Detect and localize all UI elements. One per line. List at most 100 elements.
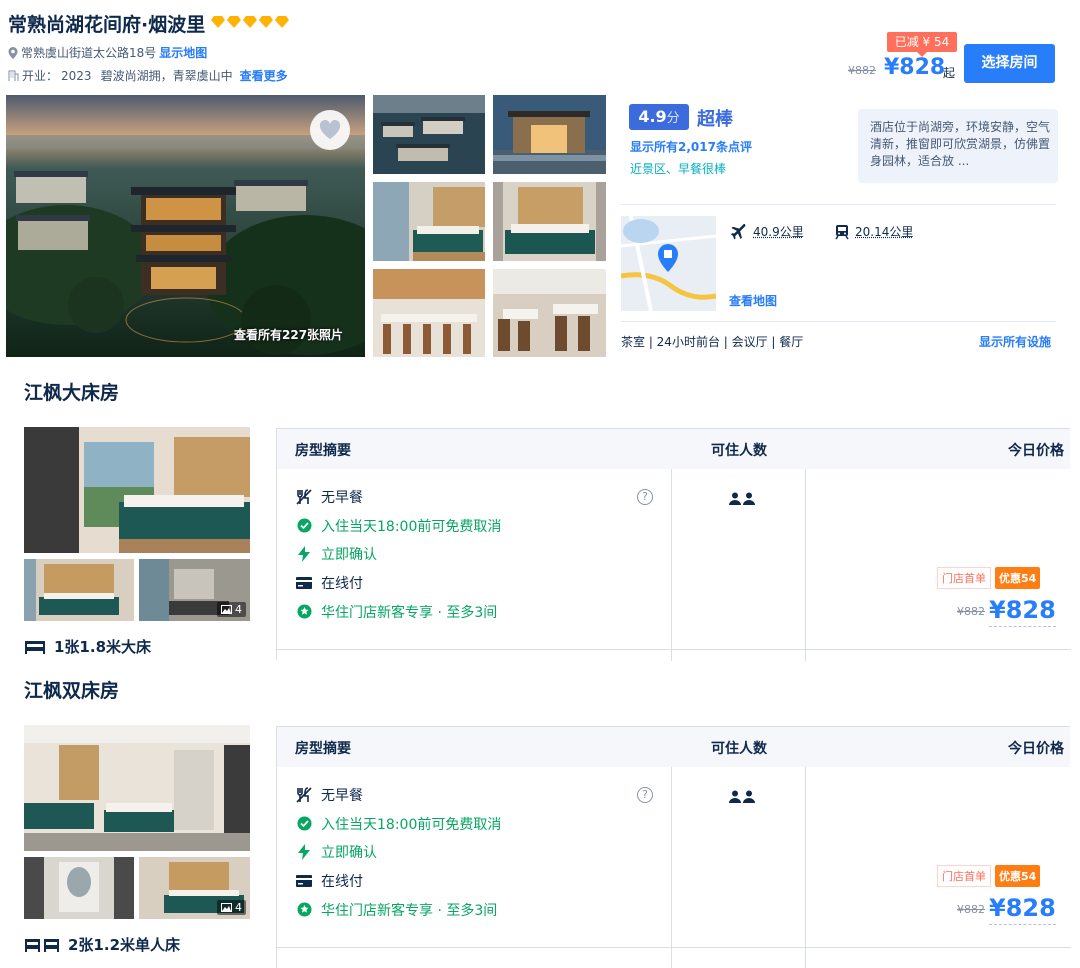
opened-label: 开业： bbox=[22, 67, 58, 84]
diamond-rating bbox=[211, 16, 289, 28]
airport-distance-value: 40.9公里 bbox=[753, 223, 804, 240]
room-thumbnail[interactable] bbox=[24, 857, 134, 919]
room-thumbnail[interactable] bbox=[24, 559, 134, 621]
header-price: 今日价格 bbox=[1008, 440, 1064, 460]
room-original-price: ¥882 bbox=[957, 605, 985, 618]
airplane-icon bbox=[731, 224, 747, 240]
room-price[interactable]: ¥828 bbox=[989, 596, 1056, 627]
room-features: 无早餐 入住当天18:00前可免费取消 立即确认 在线付 华住门店新客专享 · … bbox=[295, 483, 501, 626]
help-icon[interactable]: ? bbox=[637, 489, 653, 505]
review-snippet-card[interactable]: 酒店位于尚湖旁，环境安静，空气清新，推窗即可欣赏湖景，仿佛置身园林，适合放 ..… bbox=[858, 109, 1058, 183]
lowest-price: ¥828 bbox=[884, 55, 945, 80]
photo-thumbnail[interactable] bbox=[493, 95, 606, 174]
view-all-photos-link[interactable]: 查看所有227张照片 bbox=[234, 326, 343, 343]
mini-map[interactable] bbox=[621, 216, 716, 311]
address-text: 常熟虞山街道太公路18号 bbox=[21, 44, 156, 61]
double-bed-icon bbox=[24, 639, 46, 655]
building-icon bbox=[8, 70, 19, 81]
room-rate-table: 房型摘要 可住人数 今日价格 无早餐 入住当天18:00前可免费取消 立即确认 … bbox=[276, 428, 1070, 660]
occupancy-icons bbox=[729, 790, 755, 803]
header-summary: 房型摘要 bbox=[295, 738, 351, 758]
diamond-icon bbox=[227, 16, 241, 28]
promo-tags: 门店首单 优惠54 bbox=[937, 567, 1040, 589]
photo-thumbnail[interactable] bbox=[373, 95, 485, 174]
person-icon bbox=[743, 492, 755, 505]
image-icon bbox=[221, 903, 232, 912]
review-score: 4.9分 bbox=[629, 104, 689, 130]
payment-text: 在线付 bbox=[321, 871, 363, 891]
bed-info: 1张1.8米大床 bbox=[24, 636, 151, 657]
header-occupancy: 可住人数 bbox=[711, 738, 767, 758]
photo-thumbnail[interactable] bbox=[493, 182, 606, 261]
breakfast-feature: 无早餐 bbox=[295, 781, 501, 810]
row-divider bbox=[277, 947, 1071, 948]
room-main-photo[interactable] bbox=[24, 427, 250, 553]
divider bbox=[621, 321, 1056, 322]
check-circle-icon bbox=[297, 518, 312, 533]
room-price[interactable]: ¥828 bbox=[989, 894, 1056, 925]
opened-row: 开业： 2023 碧波尚湖拥，青翠虞山中 查看更多 bbox=[8, 67, 288, 84]
card-icon bbox=[296, 875, 312, 887]
discount-tag: 优惠54 bbox=[995, 865, 1040, 887]
no-breakfast-icon bbox=[296, 489, 312, 505]
lightning-icon bbox=[298, 844, 310, 860]
score-value: 4.9 bbox=[638, 107, 666, 126]
photo-count-tag: 4 bbox=[217, 602, 246, 617]
payment-feature: 在线付 bbox=[295, 569, 501, 598]
payment-feature: 在线付 bbox=[295, 867, 501, 896]
row-divider bbox=[277, 649, 1071, 650]
score-unit: 分 bbox=[667, 111, 680, 126]
room-name: 江枫大床房 bbox=[24, 378, 119, 405]
column-divider bbox=[671, 767, 672, 968]
breakfast-feature: 无早餐 bbox=[295, 483, 501, 512]
bed-description: 2张1.2米单人床 bbox=[68, 934, 180, 955]
photo-thumbnail[interactable] bbox=[493, 269, 606, 357]
hotel-name: 常熟尚湖花间府·烟波里 bbox=[8, 10, 205, 37]
photo-thumbnail[interactable] bbox=[373, 269, 485, 357]
help-icon[interactable]: ? bbox=[637, 787, 653, 803]
location-pin-icon bbox=[8, 47, 18, 59]
first-order-tag: 门店首单 bbox=[937, 567, 991, 589]
address-row: 常熟虞山街道太公路18号 显示地图 bbox=[8, 44, 207, 61]
member-text: 华住门店新客专享 · 至多3间 bbox=[321, 602, 497, 622]
cancel-feature: 入住当天18:00前可免费取消 bbox=[295, 512, 501, 541]
photo-thumbnail[interactable] bbox=[373, 182, 485, 261]
cancel-text: 入住当天18:00前可免费取消 bbox=[321, 516, 501, 536]
member-star-icon bbox=[297, 604, 312, 619]
breakfast-text: 无早餐 bbox=[321, 785, 363, 805]
divider bbox=[621, 204, 1056, 205]
diamond-icon bbox=[243, 16, 257, 28]
table-header: 房型摘要 可住人数 今日价格 bbox=[277, 727, 1070, 767]
show-map-link[interactable]: 显示地图 bbox=[159, 44, 207, 61]
all-reviews-link[interactable]: 显示所有2,017条点评 bbox=[630, 138, 752, 155]
bed-description: 1张1.8米大床 bbox=[54, 636, 151, 657]
review-snippet: 酒店位于尚湖旁，环境安静，空气清新，推窗即可欣赏湖景，仿佛置身园林，适合放 ..… bbox=[870, 120, 1050, 168]
member-text: 华住门店新客专享 · 至多3间 bbox=[321, 900, 497, 920]
train-icon bbox=[835, 224, 849, 240]
column-divider bbox=[805, 469, 806, 661]
member-feature: 华住门店新客专享 · 至多3间 bbox=[295, 895, 501, 924]
breakfast-text: 无早餐 bbox=[321, 487, 363, 507]
cancel-feature: 入住当天18:00前可免费取消 bbox=[295, 810, 501, 839]
promo-tags: 门店首单 优惠54 bbox=[937, 865, 1040, 887]
show-all-facilities-link[interactable]: 显示所有设施 bbox=[979, 333, 1051, 350]
original-price: ¥882 bbox=[848, 64, 876, 77]
no-breakfast-icon bbox=[296, 787, 312, 803]
select-room-button[interactable]: 选择房间 bbox=[964, 44, 1055, 83]
room-main-photo[interactable] bbox=[24, 725, 250, 851]
table-header: 房型摘要 可住人数 今日价格 bbox=[277, 429, 1070, 469]
view-map-link[interactable]: 查看地图 bbox=[729, 292, 777, 309]
room-name: 江枫双床房 bbox=[24, 676, 119, 703]
occupancy-icons bbox=[729, 492, 755, 505]
person-icon bbox=[729, 790, 741, 803]
room-thumbnail[interactable]: 4 bbox=[139, 857, 250, 919]
room-thumbnail[interactable]: 4 bbox=[139, 559, 250, 621]
confirm-feature: 立即确认 bbox=[295, 540, 501, 569]
favorite-button[interactable] bbox=[310, 110, 350, 150]
station-distance: 20.14公里 bbox=[835, 223, 913, 240]
confirm-text: 立即确认 bbox=[321, 544, 377, 564]
room-rate-table: 房型摘要 可住人数 今日价格 无早餐 入住当天18:00前可免费取消 立即确认 … bbox=[276, 726, 1070, 968]
person-icon bbox=[743, 790, 755, 803]
see-more-link[interactable]: 查看更多 bbox=[240, 67, 288, 84]
photo-count: 4 bbox=[235, 901, 242, 914]
